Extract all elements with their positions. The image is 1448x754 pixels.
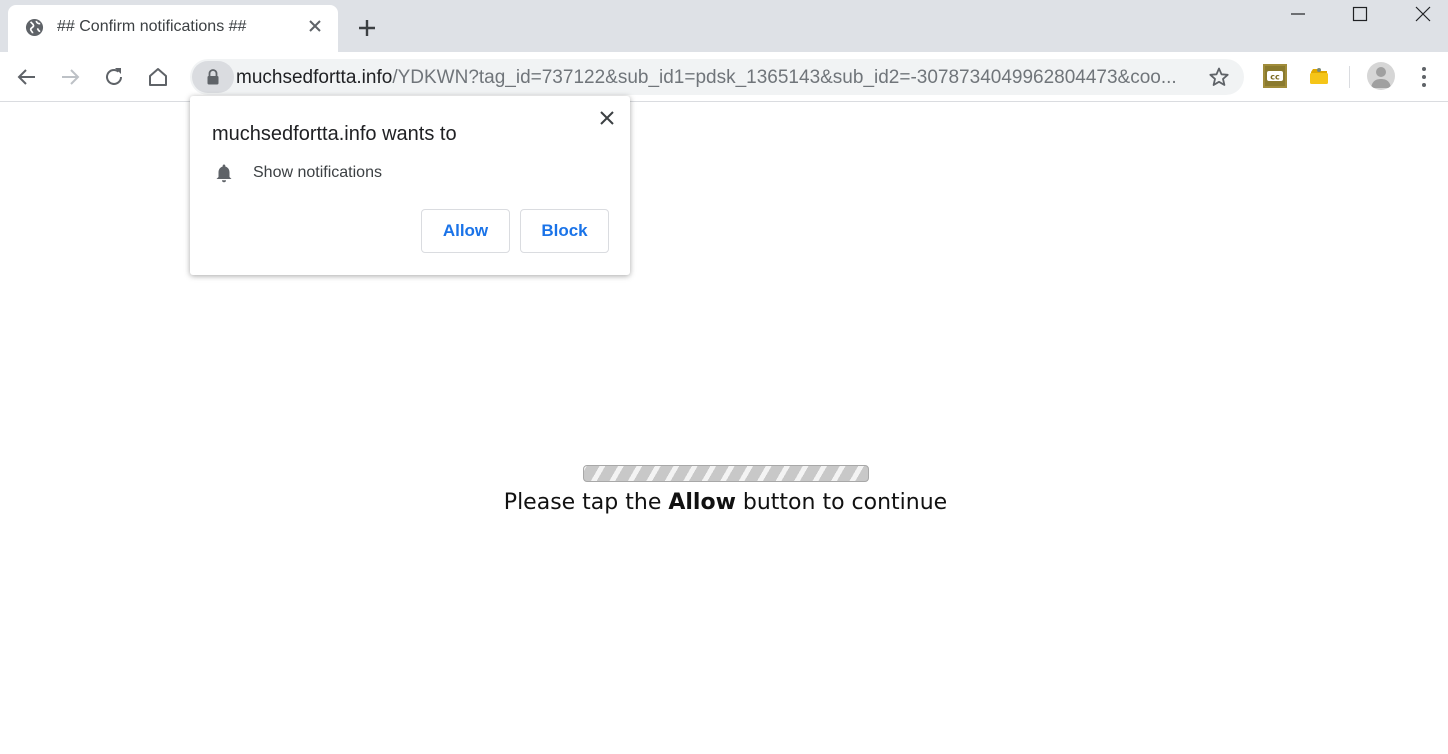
title-bar: ## Confirm notifications ## <box>0 0 1448 52</box>
window-close-icon[interactable] <box>1393 0 1448 30</box>
folder-extension-icon[interactable] <box>1307 64 1331 88</box>
profile-avatar[interactable] <box>1367 62 1395 90</box>
cc-extension-icon[interactable]: cc <box>1263 64 1287 88</box>
browser-toolbar: muchsedfortta.info/YDKWN?tag_id=737122&s… <box>0 52 1448 102</box>
address-bar[interactable]: muchsedfortta.info/YDKWN?tag_id=737122&s… <box>190 59 1244 95</box>
globe-icon <box>25 18 44 37</box>
minimize-icon[interactable] <box>1268 0 1328 30</box>
site-info-button[interactable] <box>192 61 234 93</box>
forward-icon[interactable] <box>57 64 83 90</box>
url-text[interactable]: muchsedfortta.info/YDKWN?tag_id=737122&s… <box>236 67 1186 89</box>
home-icon[interactable] <box>145 64 171 90</box>
allow-button[interactable]: Allow <box>421 209 510 253</box>
url-path: /YDKWN?tag_id=737122&sub_id1=pdsk_136514… <box>392 67 1177 88</box>
popup-title: muchsedfortta.info wants to <box>212 123 457 145</box>
back-icon[interactable] <box>14 64 40 90</box>
striped-progress-bar <box>583 465 869 482</box>
person-icon <box>1371 67 1391 88</box>
bell-icon <box>216 164 232 183</box>
menu-kebab-icon[interactable] <box>1414 65 1434 89</box>
tab-title: ## Confirm notifications ## <box>57 18 247 35</box>
message-after: button to continue <box>735 490 948 515</box>
browser-tab[interactable]: ## Confirm notifications ## <box>8 5 338 52</box>
reload-icon[interactable] <box>101 64 127 90</box>
bookmark-star-icon[interactable] <box>1208 66 1230 88</box>
url-host: muchsedfortta.info <box>236 67 393 88</box>
message-bold-allow: Allow <box>668 490 736 515</box>
block-button[interactable]: Block <box>520 209 609 253</box>
message-before: Please tap the <box>503 490 669 515</box>
instruction-message: Please tap the Allow button to continue <box>0 490 1448 515</box>
maximize-icon[interactable] <box>1330 0 1390 30</box>
new-tab-icon[interactable] <box>356 17 378 39</box>
permission-label: Show notifications <box>253 164 382 181</box>
popup-close-icon[interactable] <box>599 110 615 126</box>
close-tab-icon[interactable] <box>306 17 324 35</box>
notification-permission-popup: muchsedfortta.info wants to Show notific… <box>190 96 630 275</box>
lock-icon <box>207 69 219 85</box>
toolbar-separator <box>1349 66 1350 88</box>
svg-text:cc: cc <box>1270 73 1280 82</box>
